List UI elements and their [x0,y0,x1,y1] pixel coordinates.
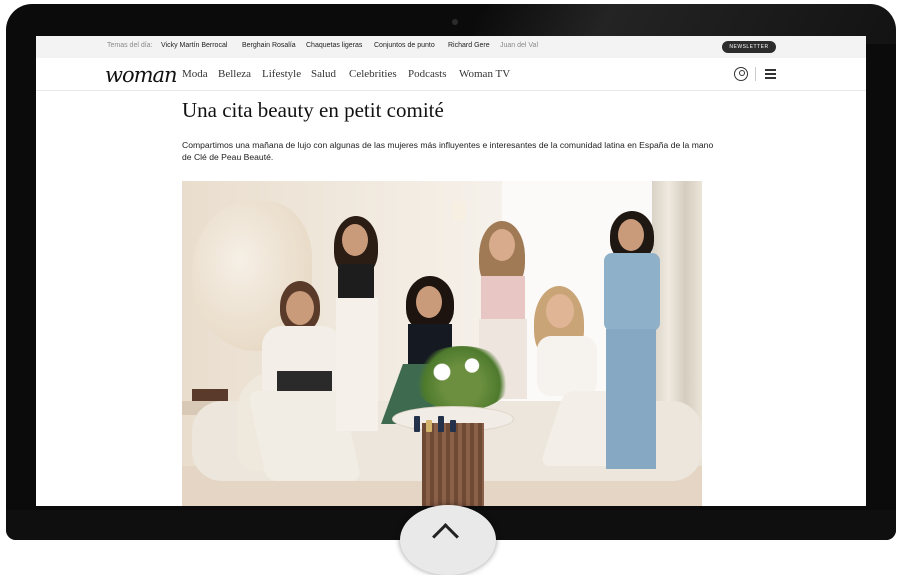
user-circle-icon[interactable] [734,67,748,81]
article-headline: Una cita beauty en petit comité [182,98,444,122]
browser-screen: Temas del día: Vicky Martín Berrocal Ber… [36,36,866,506]
photo-product [438,416,444,432]
article-hero-photo [182,181,702,506]
photo-books [192,389,228,401]
photo-product [450,420,456,432]
trending-topics-bar: Temas del día: Vicky Martín Berrocal Ber… [36,36,866,58]
site-logo[interactable]: woman [105,63,178,87]
wall-sconce [452,201,466,221]
photo-person [322,216,392,431]
hamburger-menu-icon[interactable] [765,69,776,79]
photo-product [414,416,420,432]
topic-link[interactable]: Richard Gere [448,42,490,49]
topic-link[interactable]: Vicky Martín Berrocal [161,42,227,49]
topic-link[interactable]: Juan del Val [500,42,538,49]
photo-table-base [422,423,484,506]
nav-item-celebrities[interactable]: Celebrities [349,68,397,80]
photo-person [592,211,672,471]
nav-item-moda[interactable]: Moda [182,68,208,80]
nav-item-lifestyle[interactable]: Lifestyle [262,68,301,80]
nav-divider [755,67,756,81]
nav-item-woman-tv[interactable]: Woman TV [459,68,510,80]
topic-link[interactable]: Berghain Rosalía [242,42,296,49]
topic-link[interactable]: Chaquetas ligeras [306,42,362,49]
photo-flowers [412,346,512,411]
nav-item-podcasts[interactable]: Podcasts [408,68,447,80]
trending-topics-label: Temas del día: [107,42,153,49]
topic-link[interactable]: Conjuntos de punto [374,42,435,49]
newsletter-button[interactable]: NEWSLETTER [722,41,776,53]
nav-item-salud[interactable]: Salud [311,68,336,80]
laptop-frame: Temas del día: Vicky Martín Berrocal Ber… [6,4,896,540]
photo-product [426,420,432,432]
webcam [452,19,458,25]
nav-item-belleza[interactable]: Belleza [218,68,251,80]
article-lede: Compartimos una mañana de lujo con algun… [182,140,714,162]
main-nav: woman Moda Belleza Lifestyle Salud Celeb… [36,58,866,91]
